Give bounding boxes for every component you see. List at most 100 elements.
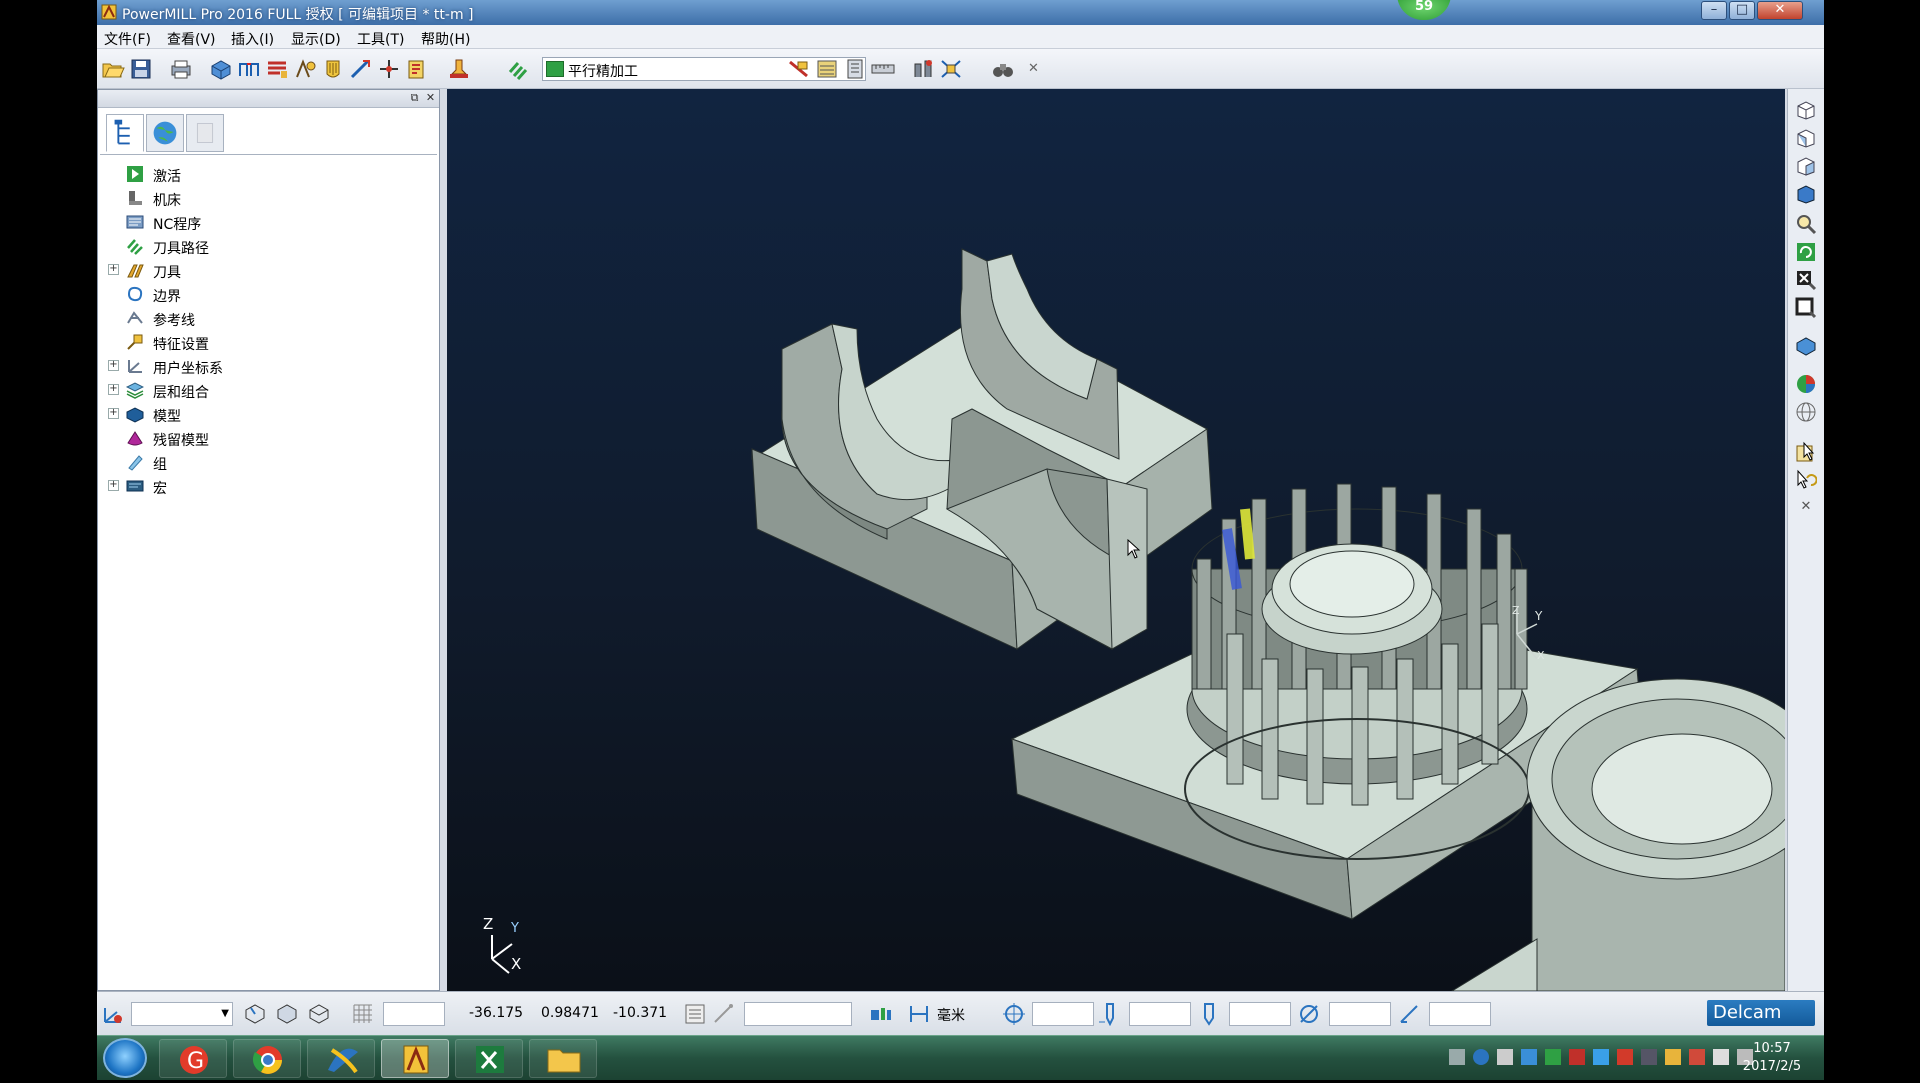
tree-item-tools[interactable]: + 刀具 <box>108 258 428 282</box>
zoom-window-button[interactable] <box>1795 297 1817 319</box>
wireframe-button[interactable] <box>1795 401 1817 423</box>
tree-item-groups[interactable]: 组 <box>108 450 428 474</box>
expand-icon[interactable]: + <box>108 480 119 491</box>
keyboard-tray-icon[interactable] <box>1449 1049 1465 1065</box>
tree-item-macros[interactable]: + 宏 <box>108 474 428 498</box>
tree-item-machine[interactable]: 机床 <box>108 186 428 210</box>
excel-tray-icon[interactable] <box>1545 1049 1561 1065</box>
tool-tip-icon[interactable] <box>1197 1002 1221 1026</box>
select-button[interactable] <box>1795 441 1817 463</box>
tool-length-field[interactable] <box>1129 1002 1191 1026</box>
view-side-button[interactable] <box>1795 155 1817 177</box>
close-panel-button[interactable]: ✕ <box>424 92 437 105</box>
workplane-select[interactable]: ▼ <box>131 1002 233 1026</box>
menu-view[interactable]: 查看(V) <box>167 29 216 49</box>
zoom-fit-button[interactable] <box>1795 269 1817 291</box>
tree-item-models[interactable]: + 模型 <box>108 402 428 426</box>
taskbar-explorer[interactable] <box>529 1039 597 1078</box>
app-tray-icon[interactable] <box>1689 1049 1705 1065</box>
view-front-button[interactable] <box>1795 127 1817 149</box>
tool-length-icon[interactable] <box>1097 1002 1121 1026</box>
tree-item-patterns[interactable]: 参考线 <box>108 306 428 330</box>
rapid-move-button[interactable] <box>237 58 261 80</box>
toolbar-close-icon[interactable]: ✕ <box>1028 61 1039 76</box>
taskbar-excel[interactable] <box>455 1039 523 1078</box>
toolpath-edit-button[interactable] <box>349 58 373 80</box>
block-status-icon[interactable] <box>243 1002 267 1026</box>
model-status-icon[interactable] <box>307 1002 331 1026</box>
taskbar-powermill[interactable] <box>381 1039 449 1078</box>
wifi-tray-icon[interactable] <box>1593 1049 1609 1065</box>
measure-button[interactable] <box>871 58 897 80</box>
save-project-button[interactable] <box>129 58 153 80</box>
maximize-button[interactable]: □ <box>1729 1 1755 20</box>
menu-display[interactable]: 显示(D) <box>291 29 341 49</box>
tree-item-boundaries[interactable]: 边界 <box>108 282 428 306</box>
shaded-view-button[interactable] <box>1795 335 1817 357</box>
tool-button[interactable] <box>321 58 345 80</box>
network-tray-icon[interactable] <box>1521 1049 1537 1065</box>
taskbar-app-2[interactable] <box>233 1039 301 1078</box>
multicolor-shade-button[interactable] <box>1795 373 1817 395</box>
diameter-icon[interactable] <box>1297 1002 1321 1026</box>
zoom-button[interactable] <box>1795 213 1817 235</box>
tool-status-icon[interactable] <box>869 1002 893 1026</box>
tree-item-levels[interactable]: + 层和组合 <box>108 378 428 402</box>
notification-badge[interactable]: 59 <box>1397 0 1451 20</box>
graphics-viewport[interactable]: Z Y X Y Z X <box>447 89 1785 991</box>
block-button[interactable] <box>209 58 233 80</box>
minimize-button[interactable]: – <box>1701 1 1727 20</box>
display-tray-icon[interactable] <box>1641 1049 1657 1065</box>
expand-icon[interactable]: + <box>108 264 119 275</box>
tolerance-field[interactable] <box>1032 1002 1094 1026</box>
grid-icon[interactable] <box>351 1002 375 1026</box>
open-project-button[interactable] <box>101 58 125 80</box>
tree-item-nc-program[interactable]: NC程序 <box>108 210 428 234</box>
tree-item-toolpaths[interactable]: 刀具路径 <box>108 234 428 258</box>
close-button[interactable]: ✕ <box>1757 1 1803 20</box>
leads-links-button[interactable] <box>293 58 317 80</box>
simulation-button[interactable] <box>787 58 811 80</box>
input-field[interactable] <box>744 1002 852 1026</box>
machining-button[interactable] <box>447 58 471 80</box>
tool-tip-field[interactable] <box>1229 1002 1291 1026</box>
toolpath-strategy-button[interactable] <box>507 58 531 80</box>
stock-status-icon[interactable] <box>275 1002 299 1026</box>
toolbar-options-button[interactable] <box>991 58 1015 80</box>
diameter-field[interactable] <box>1329 1002 1391 1026</box>
expand-icon[interactable]: + <box>108 384 119 395</box>
taskbar-app-1[interactable]: G <box>159 1039 227 1078</box>
menu-help[interactable]: 帮助(H) <box>421 29 470 49</box>
shade-button[interactable] <box>911 58 935 80</box>
start-button[interactable] <box>103 1038 147 1078</box>
menu-tools[interactable]: 工具(T) <box>357 29 404 49</box>
grid-spacing-field[interactable] <box>383 1002 445 1026</box>
float-panel-button[interactable]: ⧉ <box>408 92 421 105</box>
settings-tray-icon[interactable] <box>1497 1049 1513 1065</box>
check-field[interactable] <box>1429 1002 1491 1026</box>
feeds-speeds-button[interactable] <box>265 58 289 80</box>
security-tray-icon[interactable] <box>1617 1049 1633 1065</box>
record-tray-icon[interactable] <box>1569 1049 1585 1065</box>
tree-item-workplanes[interactable]: + 用户坐标系 <box>108 354 428 378</box>
print-button[interactable] <box>169 58 193 80</box>
view-top-button[interactable] <box>1795 99 1817 121</box>
taskbar-app-3[interactable] <box>307 1039 375 1078</box>
undo-select-button[interactable] <box>1795 469 1818 491</box>
battery-tray-icon[interactable] <box>1665 1049 1681 1065</box>
list-icon[interactable] <box>683 1002 707 1026</box>
tree-item-activate[interactable]: 激活 <box>108 162 428 186</box>
view-iso-button[interactable] <box>1795 183 1817 205</box>
view-toolbar-close-icon[interactable]: ✕ <box>1795 499 1817 521</box>
tab-web[interactable] <box>146 114 184 152</box>
check-icon[interactable] <box>1397 1002 1421 1026</box>
setup-sheet-button[interactable] <box>843 58 867 80</box>
help-tray-icon[interactable] <box>1473 1049 1489 1065</box>
calculate-button[interactable] <box>405 58 429 80</box>
verify-button[interactable] <box>815 58 839 80</box>
expand-icon[interactable]: + <box>108 360 119 371</box>
snap-icon[interactable] <box>711 1002 735 1026</box>
tree-item-featuresets[interactable]: 特征设置 <box>108 330 428 354</box>
refresh-view-button[interactable] <box>1795 241 1817 263</box>
crosshair-icon[interactable] <box>1002 1002 1026 1026</box>
